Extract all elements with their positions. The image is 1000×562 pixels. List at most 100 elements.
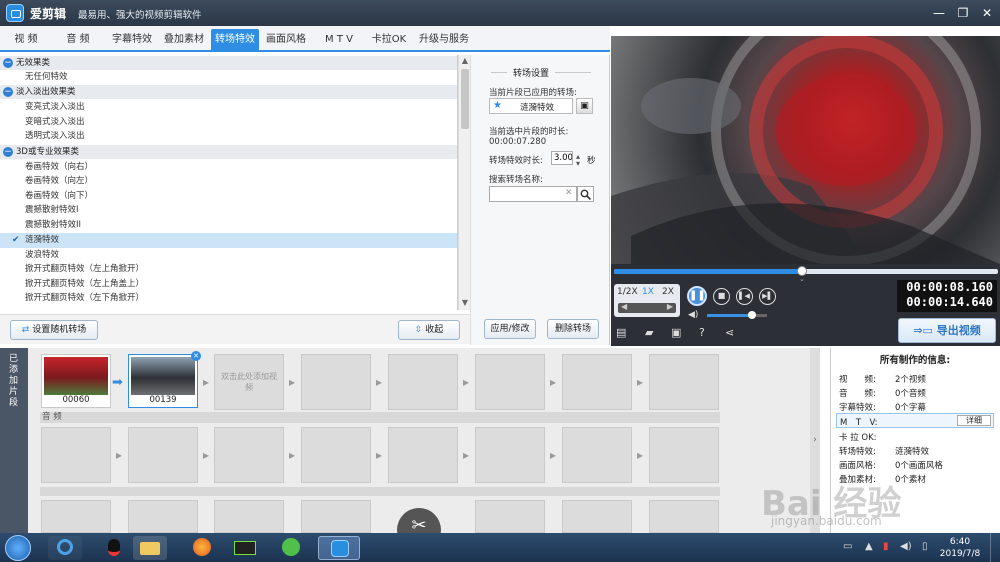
speed-half[interactable]: 1/2X bbox=[617, 287, 638, 297]
stepper-icon[interactable]: ▴ ▾ bbox=[576, 153, 586, 168]
collapse-button[interactable]: ⇳ 收起 bbox=[398, 320, 460, 340]
fast-icon[interactable]: ▶ bbox=[667, 302, 673, 311]
empty-slot[interactable] bbox=[649, 354, 719, 410]
tab-upgrade[interactable]: 升级与服务 bbox=[416, 29, 472, 51]
empty-slot[interactable] bbox=[41, 500, 111, 533]
tab-video[interactable]: 视 频 bbox=[4, 29, 48, 51]
save-icon[interactable]: ▣ bbox=[671, 326, 681, 339]
restore-button[interactable]: ❐ bbox=[952, 3, 974, 23]
audio-slot[interactable] bbox=[649, 427, 719, 483]
search-input[interactable] bbox=[489, 186, 577, 202]
apply-button[interactable]: 应用/修改 bbox=[484, 319, 536, 339]
tab-transitions[interactable]: 转场特效 bbox=[211, 29, 259, 51]
delete-transition-button[interactable]: 删除转场 bbox=[547, 319, 599, 339]
audio-slot[interactable] bbox=[214, 427, 284, 483]
random-transition-button[interactable]: ⇄ 设置随机转场 bbox=[10, 320, 98, 340]
scroll-up-icon[interactable]: ▲ bbox=[460, 56, 470, 65]
volume-icon[interactable]: ◀) bbox=[688, 310, 698, 320]
list-item[interactable]: 卷画特效（向下） bbox=[0, 189, 457, 204]
video-preview[interactable] bbox=[611, 36, 1000, 264]
speed-double[interactable]: 2X bbox=[662, 287, 674, 297]
speed-normal[interactable]: 1X bbox=[642, 287, 654, 297]
empty-slot[interactable] bbox=[475, 500, 545, 533]
empty-slot[interactable] bbox=[388, 354, 458, 410]
list-item[interactable]: 卷画特效（向右） bbox=[0, 160, 457, 175]
clear-icon[interactable]: ✕ bbox=[565, 188, 573, 198]
speed-slider[interactable]: ◀ ▶ bbox=[618, 302, 676, 313]
help-icon[interactable]: ? bbox=[699, 326, 705, 339]
explorer-icon[interactable] bbox=[133, 536, 167, 560]
collapse-icon[interactable]: − bbox=[3, 58, 13, 68]
audio-slot[interactable] bbox=[41, 427, 111, 483]
tab-picture-style[interactable]: 画面风格 bbox=[262, 29, 310, 51]
tab-audio[interactable]: 音 频 bbox=[54, 29, 102, 51]
category-3d[interactable]: −3D或专业效果类 bbox=[0, 145, 457, 159]
green-app-icon[interactable] bbox=[274, 536, 308, 560]
empty-slot[interactable] bbox=[301, 354, 371, 410]
video-app-icon[interactable] bbox=[228, 536, 262, 560]
close-button[interactable]: ✕ bbox=[976, 3, 998, 23]
info-row-mtv[interactable]: M T V: 详细 bbox=[836, 413, 994, 428]
detail-button[interactable]: 详细 bbox=[957, 415, 991, 426]
pause-button[interactable]: ❚❚ bbox=[687, 286, 707, 306]
list-item[interactable]: 掀开式翻页特效（左下角掀开） bbox=[0, 291, 457, 306]
qq-icon[interactable] bbox=[97, 536, 131, 560]
speaker-icon[interactable]: ◀) bbox=[900, 541, 912, 552]
audio-slot[interactable] bbox=[301, 427, 371, 483]
tray-arrow-icon[interactable]: ▲ bbox=[865, 541, 873, 552]
cube-icon[interactable]: ▣ bbox=[576, 98, 593, 114]
export-video-button[interactable]: ⇒▭ 导出视频 bbox=[898, 318, 996, 343]
firefox-icon[interactable] bbox=[185, 536, 219, 560]
list-item[interactable]: 波浪特效 bbox=[0, 248, 457, 263]
media-player-icon[interactable] bbox=[48, 536, 82, 560]
remove-clip-icon[interactable]: ✕ bbox=[191, 351, 201, 361]
network-icon[interactable]: ▯ bbox=[922, 541, 928, 552]
audio-slot[interactable] bbox=[562, 427, 632, 483]
open-folder-icon[interactable]: ▰ bbox=[645, 326, 653, 339]
empty-slot[interactable] bbox=[649, 500, 719, 533]
category-no-effect[interactable]: − 无效果类 bbox=[0, 56, 457, 70]
stop-button[interactable]: ■ bbox=[713, 288, 730, 305]
start-button[interactable] bbox=[5, 535, 31, 561]
seek-bar[interactable] bbox=[614, 266, 998, 276]
empty-slot[interactable] bbox=[301, 500, 371, 533]
list-item[interactable]: 震撼散射特效II bbox=[0, 218, 457, 233]
list-item[interactable]: 震撼散射特效I bbox=[0, 203, 457, 218]
list-item[interactable]: 掀开式翻页特效（左上角掀开） bbox=[0, 262, 457, 277]
collapse-icon[interactable]: − bbox=[3, 147, 13, 157]
list-item[interactable]: 卷画特效（向左） bbox=[0, 174, 457, 189]
volume-slider[interactable] bbox=[707, 311, 767, 319]
tray-app-icon[interactable]: ▮ bbox=[883, 541, 889, 552]
empty-slot[interactable] bbox=[475, 354, 545, 410]
empty-slot[interactable] bbox=[562, 354, 632, 410]
scroll-down-icon[interactable]: ▼ bbox=[460, 298, 470, 307]
tab-mtv[interactable]: M T V bbox=[316, 29, 362, 51]
audio-slot[interactable] bbox=[388, 427, 458, 483]
scroll-thumb[interactable] bbox=[461, 69, 469, 129]
slow-icon[interactable]: ◀ bbox=[621, 302, 627, 311]
effect-duration-input[interactable] bbox=[551, 151, 573, 165]
list-item[interactable]: 无任何特效 bbox=[0, 70, 457, 85]
aijianji-taskbar-icon[interactable] bbox=[318, 536, 360, 560]
next-frame-button[interactable]: ▶▌ bbox=[759, 288, 776, 305]
share-icon[interactable]: ⋖ bbox=[725, 326, 734, 339]
clip-thumbnail-selected[interactable]: 00139 ✕ bbox=[128, 351, 201, 408]
list-item[interactable]: 变暗式淡入淡出 bbox=[0, 115, 457, 130]
volume-handle[interactable] bbox=[748, 311, 756, 319]
keyboard-icon[interactable]: ▭ bbox=[843, 541, 852, 552]
empty-slot[interactable] bbox=[214, 500, 284, 533]
empty-slot[interactable] bbox=[562, 500, 632, 533]
list-item[interactable]: 变亮式淡入淡出 bbox=[0, 100, 457, 115]
list-item[interactable]: 掀开式翻页特效（左上角盖上） bbox=[0, 277, 457, 292]
list-item-selected[interactable]: ✔ 涟漪特效 bbox=[0, 233, 457, 248]
audio-slot[interactable] bbox=[128, 427, 198, 483]
clip-thumbnail[interactable]: 00060 bbox=[41, 354, 111, 408]
list-scrollbar[interactable]: ▲ ▼ bbox=[458, 55, 470, 310]
clock[interactable]: 6:40 2019/7/8 bbox=[938, 536, 982, 560]
new-icon[interactable]: ▤ bbox=[616, 326, 626, 339]
add-video-placeholder[interactable]: 双击此处添加视频 bbox=[214, 354, 284, 410]
tab-overlay[interactable]: 叠加素材 bbox=[160, 29, 208, 51]
search-button[interactable] bbox=[577, 186, 594, 202]
show-desktop-button[interactable] bbox=[990, 533, 1000, 562]
empty-slot[interactable] bbox=[128, 500, 198, 533]
